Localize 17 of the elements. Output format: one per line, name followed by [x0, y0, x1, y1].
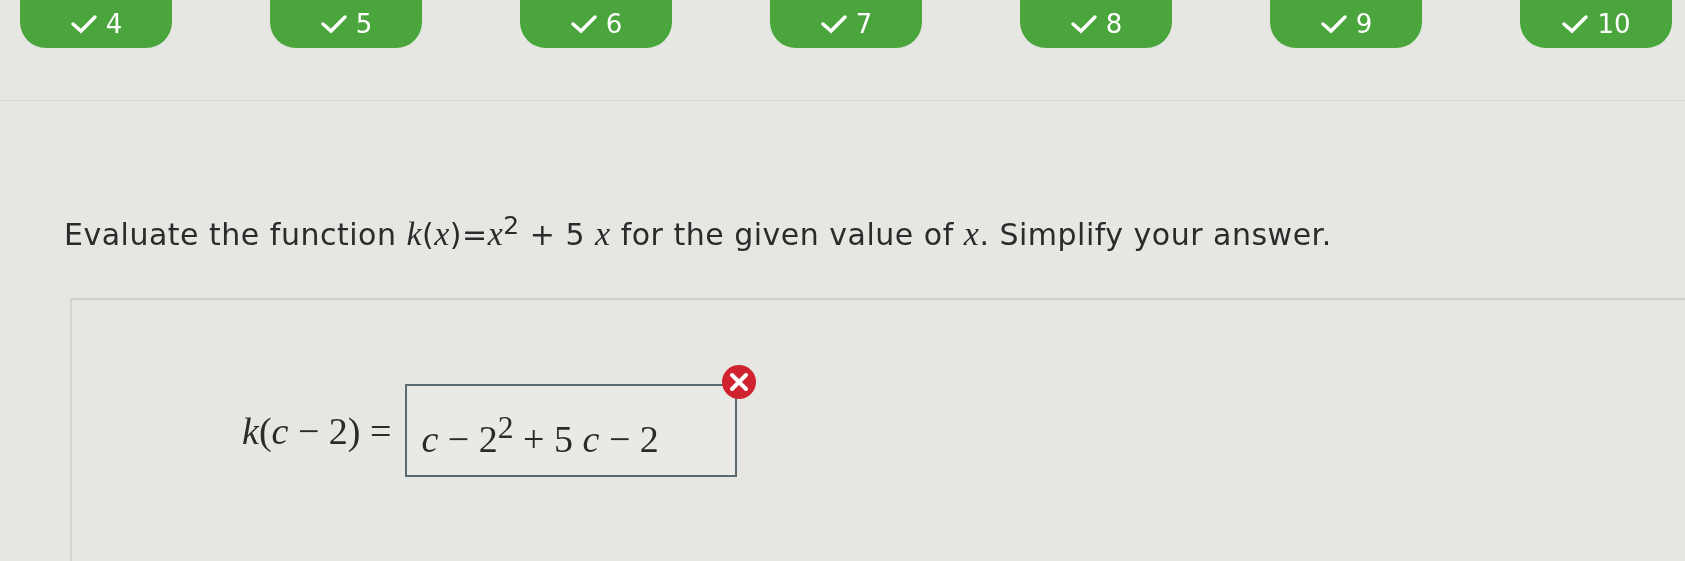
question-step-button[interactable]: 8 — [1020, 0, 1172, 48]
question-step-button[interactable]: 5 — [270, 0, 422, 48]
question-step-button[interactable]: 9 — [1270, 0, 1422, 48]
question-step-button[interactable]: 6 — [520, 0, 672, 48]
question-step-button[interactable]: 7 — [770, 0, 922, 48]
check-icon — [1319, 14, 1348, 34]
check-icon — [1069, 14, 1098, 34]
answer-prompt: k(c − 2) = — [242, 408, 392, 453]
check-icon — [69, 14, 98, 34]
question-step-button[interactable]: 4 — [20, 0, 172, 48]
check-icon — [819, 14, 848, 34]
question-step-button[interactable]: 10 — [1520, 0, 1672, 48]
check-icon — [319, 14, 348, 34]
answer-box[interactable]: c − 2$^{2}$ + 5 c − 2 — [405, 384, 738, 477]
check-icon — [1561, 14, 1590, 34]
check-icon — [569, 14, 598, 34]
question-text: Evaluate the function k(x)=x$^{2}$ + 5 x for the given value of x. Simplify your answer. — [63, 210, 1333, 253]
